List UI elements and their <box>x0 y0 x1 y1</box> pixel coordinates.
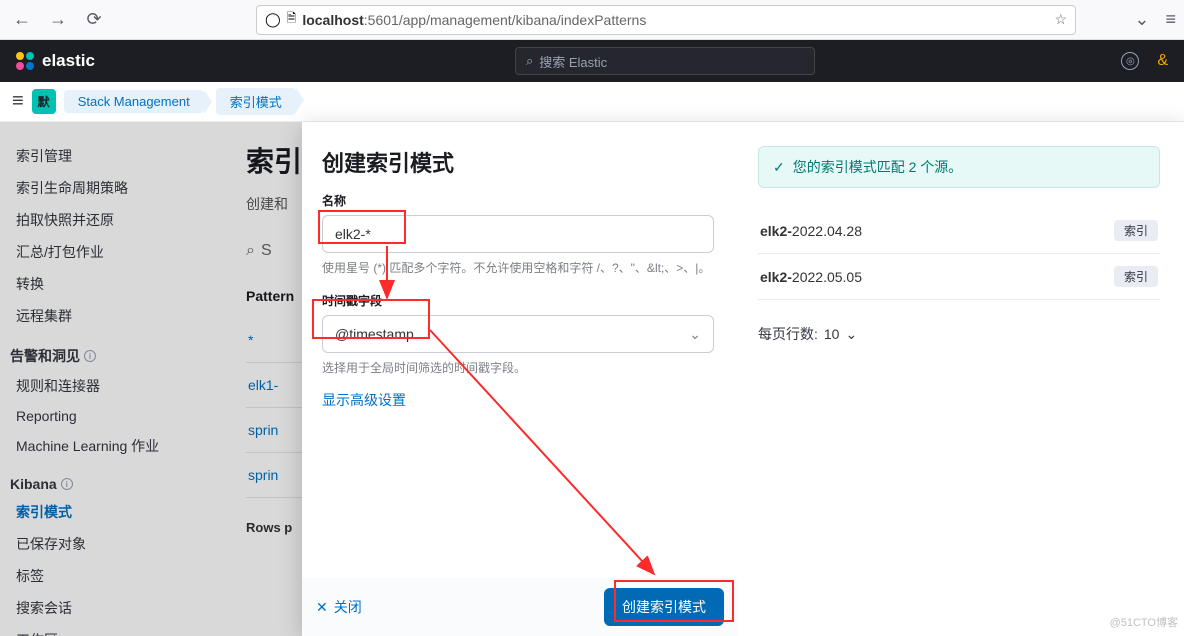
sidebar-item[interactable]: Reporting <box>10 402 212 430</box>
browser-menu-icon[interactable]: ≡ <box>1165 9 1176 30</box>
url-host: localhost <box>302 12 363 28</box>
rows-per-page-selector[interactable]: 每页行数: 10 ⌄ <box>758 324 1160 344</box>
match-success-banner: ✓ 您的索引模式匹配 2 个源。 <box>758 146 1160 188</box>
modal-footer: ✕ 关闭 创建索引模式 <box>302 578 738 636</box>
create-index-pattern-button[interactable]: 创建索引模式 <box>604 588 724 626</box>
match-row: elk2-2022.05.05 索引 <box>758 254 1160 300</box>
breadcrumb-index-patterns[interactable]: 索引模式 <box>216 88 296 115</box>
index-badge: 索引 <box>1114 220 1158 241</box>
chevron-down-icon: ⌄ <box>689 326 701 343</box>
chevron-down-icon: ⌄ <box>845 326 857 343</box>
search-icon: ⌕ <box>246 242 255 260</box>
name-input[interactable]: elk2-* <box>322 215 714 253</box>
header-search-placeholder: 搜索 Elastic <box>539 52 607 71</box>
close-button[interactable]: ✕ 关闭 <box>316 597 362 617</box>
create-index-pattern-modal: 创建索引模式 名称 elk2-* 使用星号 (*) 匹配多个字符。不允许使用空格… <box>302 122 1184 636</box>
help-icon[interactable]: ◎ <box>1121 52 1139 70</box>
name-help-text: 使用星号 (*) 匹配多个字符。不允许使用空格和字符 /、?、"、&lt;、>、… <box>322 259 714 276</box>
save-pocket-icon[interactable]: ⌄ <box>1134 9 1149 30</box>
url-bar[interactable]: ◯ 🗎 localhost:5601/app/management/kibana… <box>256 5 1076 35</box>
elastic-logo[interactable]: elastic <box>16 51 95 71</box>
show-advanced-link[interactable]: 显示高级设置 <box>322 390 406 410</box>
elastic-header: elastic ⌕ 搜索 Elastic ◎ & <box>0 40 1184 82</box>
user-avatar-icon[interactable]: & <box>1157 52 1168 70</box>
match-banner-text: 您的索引模式匹配 2 个源。 <box>793 157 963 177</box>
breadcrumb-stack-management[interactable]: Stack Management <box>64 90 204 113</box>
browser-chrome: ← → ⟳ ◯ 🗎 localhost:5601/app/management/… <box>0 0 1184 40</box>
match-row: elk2-2022.04.28 索引 <box>758 208 1160 254</box>
elastic-wordmark: elastic <box>42 51 95 71</box>
sidebar-item[interactable]: Machine Learning 作业 <box>10 430 212 462</box>
sidebar-item[interactable]: 标签 <box>10 560 212 592</box>
info-icon[interactable]: i <box>61 478 73 490</box>
index-badge: 索引 <box>1114 266 1158 287</box>
url-path: :5601/app/management/kibana/indexPattern… <box>364 12 647 28</box>
lock-icon: 🗎 <box>287 9 297 30</box>
sidebar-item[interactable]: 索引管理 <box>10 140 212 172</box>
close-icon: ✕ <box>316 599 328 616</box>
watermark: @51CTO博客 <box>1110 614 1178 630</box>
sidebar-item[interactable]: 转换 <box>10 268 212 300</box>
nav-forward-button[interactable]: → <box>44 6 72 34</box>
info-icon[interactable]: i <box>84 350 96 362</box>
timestamp-help-text: 选择用于全局时间筛选的时间戳字段。 <box>322 359 714 376</box>
sidebar-item-index-patterns[interactable]: 索引模式 <box>10 496 212 528</box>
header-search-input[interactable]: ⌕ 搜索 Elastic <box>515 47 815 75</box>
sidebar-heading-kibana: Kibanai <box>10 476 212 492</box>
sidebar: 索引管理 索引生命周期策略 拍取快照并还原 汇总/打包作业 转换 远程集群 告警… <box>0 122 222 636</box>
nav-menu-toggle[interactable]: ≡ <box>12 90 24 113</box>
nav-reload-button[interactable]: ⟳ <box>80 6 108 34</box>
timestamp-field-label: 时间戳字段 <box>322 292 714 309</box>
sidebar-item[interactable]: 拍取快照并还原 <box>10 204 212 236</box>
timestamp-select-value: @timestamp <box>335 326 414 342</box>
sidebar-item[interactable]: 规则和连接器 <box>10 370 212 402</box>
sidebar-item[interactable]: 远程集群 <box>10 300 212 332</box>
space-badge[interactable]: 默 <box>32 89 56 114</box>
name-field-label: 名称 <box>322 192 714 209</box>
modal-title: 创建索引模式 <box>322 146 714 178</box>
nav-back-button[interactable]: ← <box>8 6 36 34</box>
sidebar-item[interactable]: 工作区 <box>10 624 212 636</box>
sidebar-item[interactable]: 已保存对象 <box>10 528 212 560</box>
sidebar-item[interactable]: 汇总/打包作业 <box>10 236 212 268</box>
search-icon: ⌕ <box>526 53 533 69</box>
bookmark-star-icon[interactable]: ☆ <box>1054 11 1067 28</box>
check-icon: ✓ <box>773 159 785 176</box>
sidebar-item[interactable]: 索引生命周期策略 <box>10 172 212 204</box>
name-input-value: elk2-* <box>335 226 371 242</box>
timestamp-select[interactable]: @timestamp ⌄ <box>322 315 714 353</box>
breadcrumb-bar: ≡ 默 Stack Management 索引模式 <box>0 82 1184 122</box>
sidebar-heading-alerts: 告警和洞见i <box>10 346 212 366</box>
sidebar-item[interactable]: 搜索会话 <box>10 592 212 624</box>
shield-icon: ◯ <box>265 11 281 28</box>
